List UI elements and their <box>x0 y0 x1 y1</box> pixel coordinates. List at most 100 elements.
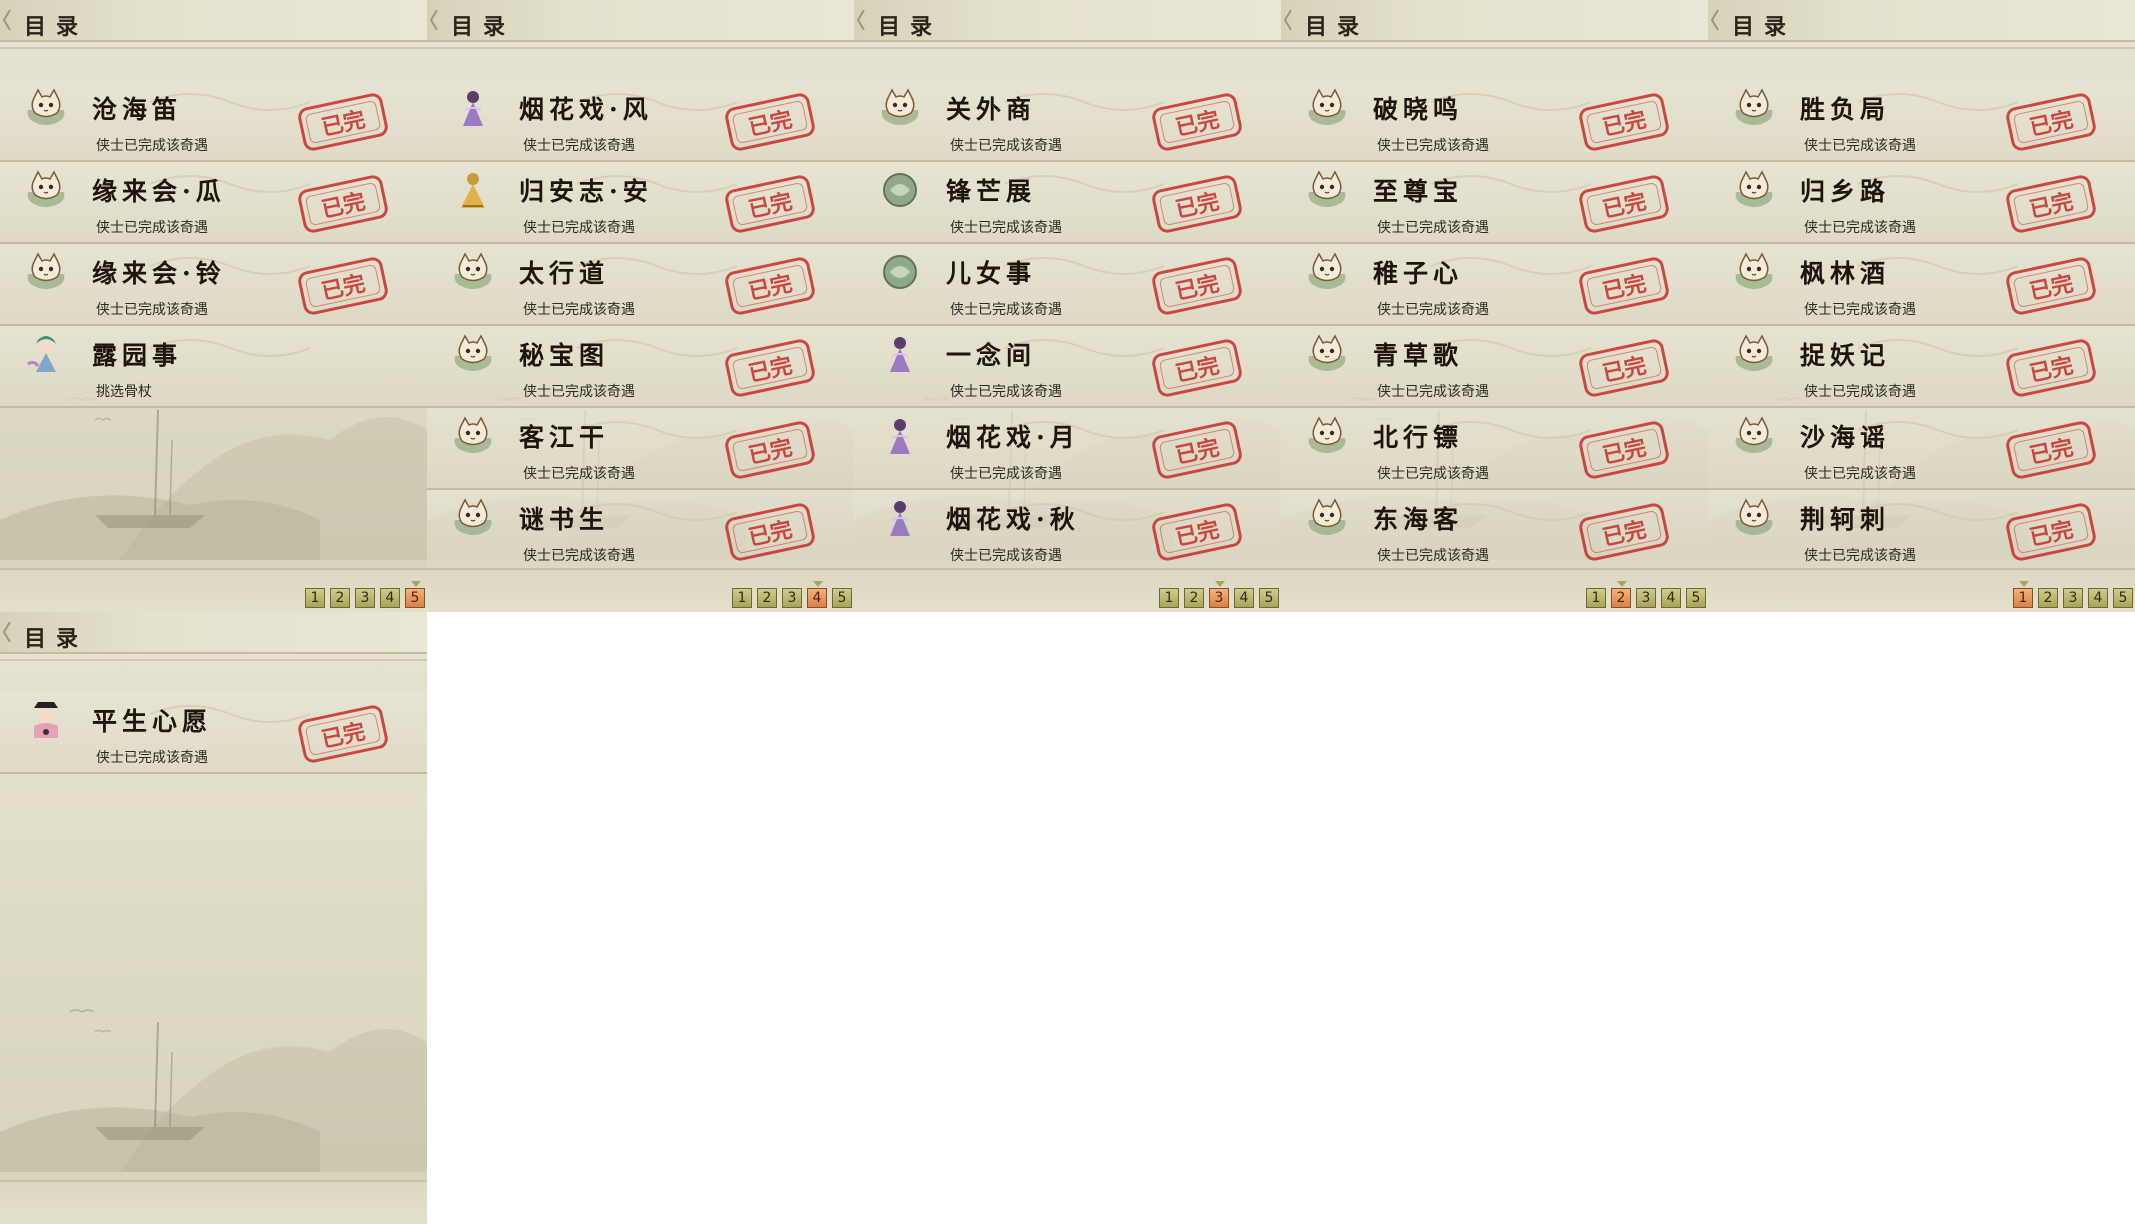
adventure-list-item[interactable]: 谜书生 侠士已完成该奇遇 已完 <box>427 490 854 572</box>
page-button-5[interactable]: 5 <box>1259 588 1279 608</box>
cat-avatar-icon <box>24 252 68 292</box>
catalog-panel-1: 目录 沧海笛 侠士已完成该奇遇 已完 缘来会·瓜 侠士已完成该奇遇 已完 缘来会·铃 侠士已完… <box>0 0 427 612</box>
page-button-5[interactable]: 5 <box>832 588 852 608</box>
adventure-list-item[interactable]: 秘宝图 侠士已完成该奇遇 已完 <box>427 326 854 408</box>
adventure-list-item[interactable]: 关外商 侠士已完成该奇遇 已完 <box>854 80 1281 162</box>
adventure-list-item[interactable]: 儿女事 侠士已完成该奇遇 已完 <box>854 244 1281 326</box>
completed-stamp: 已完 <box>2004 91 2098 153</box>
adventure-list-item[interactable]: 青草歌 侠士已完成该奇遇 已完 <box>1281 326 1708 408</box>
cat-avatar-icon <box>451 498 495 538</box>
page-button-1[interactable]: 1 <box>732 588 752 608</box>
adventure-list: 破晓鸣 侠士已完成该奇遇 已完 至尊宝 侠士已完成该奇遇 已完 稚子心 侠士已完成该奇遇 已完青… <box>1281 80 1708 572</box>
adventure-list-item[interactable]: 枫林酒 侠士已完成该奇遇 已完 <box>1708 244 2135 326</box>
completed-stamp: 已完 <box>296 91 390 153</box>
page-button-4[interactable]: 4 <box>1661 588 1681 608</box>
cat-avatar-icon <box>1732 416 1776 456</box>
panel-footer: 12345 <box>1281 568 1708 612</box>
completed-stamp: 已完 <box>2004 419 2098 481</box>
adventure-status: 侠士已完成该奇遇 <box>1377 466 1489 482</box>
adventure-list: 沧海笛 侠士已完成该奇遇 已完 缘来会·瓜 侠士已完成该奇遇 已完 缘来会·铃 侠士已完成该奇… <box>0 80 427 408</box>
adventure-list-item[interactable]: 归乡路 侠士已完成该奇遇 已完 <box>1708 162 2135 244</box>
adventure-list-item[interactable]: 沧海笛 侠士已完成该奇遇 已完 <box>0 80 427 162</box>
cat-avatar-icon <box>1732 334 1776 374</box>
adventure-status: 侠士已完成该奇遇 <box>950 466 1062 482</box>
adventure-list-item[interactable]: 客江干 侠士已完成该奇遇 已完 <box>427 408 854 490</box>
page-button-3[interactable]: 3 <box>355 588 375 608</box>
adventure-list-item[interactable]: 锋芒展 侠士已完成该奇遇 已完 <box>854 162 1281 244</box>
completed-stamp: 已完 <box>723 501 817 563</box>
adventure-title: 缘来会·铃 <box>92 259 226 288</box>
cat-avatar-icon <box>1732 498 1776 538</box>
completed-stamp: 已完 <box>1150 337 1244 399</box>
panel-footer: 12345 <box>427 568 854 612</box>
page-button-3[interactable]: 3 <box>782 588 802 608</box>
page-button-2[interactable]: 2 <box>1184 588 1204 608</box>
page-button-4[interactable]: 4 <box>1234 588 1254 608</box>
completed-stamp: 已完 <box>723 173 817 235</box>
adventure-list-item[interactable]: 捉妖记 侠士已完成该奇遇 已完 <box>1708 326 2135 408</box>
adventure-list-item[interactable]: 东海客 侠士已完成该奇遇 已完 <box>1281 490 1708 572</box>
completed-stamp: 已完 <box>1150 501 1244 563</box>
adventure-list-item[interactable]: 缘来会·铃 侠士已完成该奇遇 已完 <box>0 244 427 326</box>
adventure-list-item[interactable]: 缘来会·瓜 侠士已完成该奇遇 已完 <box>0 162 427 244</box>
page-button-1[interactable]: 1 <box>2013 581 2033 608</box>
adventure-list-item[interactable]: 露园事 挑选骨杖 <box>0 326 427 408</box>
completed-stamp: 已完 <box>2004 337 2098 399</box>
adventure-status: 侠士已完成该奇遇 <box>523 466 635 482</box>
adventure-title: 归安志·安 <box>519 177 653 206</box>
page-button-2[interactable]: 2 <box>1611 581 1631 608</box>
adventure-list-item[interactable]: 稚子心 侠士已完成该奇遇 已完 <box>1281 244 1708 326</box>
adventure-status: 侠士已完成该奇遇 <box>1377 138 1489 154</box>
completed-stamp: 已完 <box>723 419 817 481</box>
adventure-list-item[interactable]: 荆轲刺 侠士已完成该奇遇 已完 <box>1708 490 2135 572</box>
page-button-3[interactable]: 3 <box>1209 581 1229 608</box>
catalog-panel-3: 目录 关外商 侠士已完成该奇遇 已完 锋芒展 侠士已完成该奇遇 已完 儿女事 侠士已完成该奇遇… <box>854 0 1281 612</box>
page-button-1[interactable]: 1 <box>1586 588 1606 608</box>
adventure-title: 秘宝图 <box>519 341 610 370</box>
jade-orb-avatar-icon <box>878 170 922 210</box>
adventure-list-item[interactable]: 一念间 侠士已完成该奇遇 已完 <box>854 326 1281 408</box>
header-ornament-icon <box>856 10 865 30</box>
adventure-status: 侠士已完成该奇遇 <box>950 384 1062 400</box>
adventure-list-item[interactable]: 太行道 侠士已完成该奇遇 已完 <box>427 244 854 326</box>
cat-avatar-icon <box>1305 170 1349 210</box>
panel-header: 目录 <box>1708 0 2135 42</box>
page-button-2[interactable]: 2 <box>757 588 777 608</box>
adventure-list-item[interactable]: 北行镖 侠士已完成该奇遇 已完 <box>1281 408 1708 490</box>
adventure-list-item[interactable]: 至尊宝 侠士已完成该奇遇 已完 <box>1281 162 1708 244</box>
adventure-status: 侠士已完成该奇遇 <box>96 220 208 236</box>
page-button-4[interactable]: 4 <box>2088 588 2108 608</box>
adventure-title: 稚子心 <box>1373 259 1464 288</box>
adventure-status: 挑选骨杖 <box>96 384 152 400</box>
page-button-5[interactable]: 5 <box>1686 588 1706 608</box>
header-divider <box>0 47 427 49</box>
adventure-list-item[interactable]: 沙海谣 侠士已完成该奇遇 已完 <box>1708 408 2135 490</box>
page-button-3[interactable]: 3 <box>1636 588 1656 608</box>
page-button-5[interactable]: 5 <box>405 581 425 608</box>
panel-title: 目录 <box>24 14 89 40</box>
purple-lady-avatar-icon <box>451 88 495 128</box>
page-button-3[interactable]: 3 <box>2063 588 2083 608</box>
page-button-4[interactable]: 4 <box>807 581 827 608</box>
page-button-5[interactable]: 5 <box>2113 588 2133 608</box>
page-button-1[interactable]: 1 <box>305 588 325 608</box>
cat-avatar-icon <box>1305 498 1349 538</box>
page-button-1[interactable]: 1 <box>1159 588 1179 608</box>
page-button-4[interactable]: 4 <box>380 588 400 608</box>
adventure-list-item[interactable]: 烟花戏·风 侠士已完成该奇遇 已完 <box>427 80 854 162</box>
adventure-list-item[interactable]: 归安志·安 侠士已完成该奇遇 已完 <box>427 162 854 244</box>
adventure-list-item[interactable]: 胜负局 侠士已完成该奇遇 已完 <box>1708 80 2135 162</box>
adventure-status: 侠士已完成该奇遇 <box>950 220 1062 236</box>
catalog-panel-4: 目录 破晓鸣 侠士已完成该奇遇 已完 至尊宝 侠士已完成该奇遇 已完 稚子心 侠士已完成该奇遇… <box>1281 0 1708 612</box>
adventure-title: 平生心愿 <box>92 707 213 736</box>
adventure-title: 枫林酒 <box>1800 259 1891 288</box>
page-button-2[interactable]: 2 <box>2038 588 2058 608</box>
adventure-list-item[interactable]: 烟花戏·秋 侠士已完成该奇遇 已完 <box>854 490 1281 572</box>
completed-stamp: 已完 <box>723 337 817 399</box>
adventure-list-item[interactable]: 烟花戏·月 侠士已完成该奇遇 已完 <box>854 408 1281 490</box>
completed-stamp: 已完 <box>1150 255 1244 317</box>
adventure-status: 侠士已完成该奇遇 <box>96 302 208 318</box>
adventure-list-item[interactable]: 破晓鸣 侠士已完成该奇遇 已完 <box>1281 80 1708 162</box>
page-button-2[interactable]: 2 <box>330 588 350 608</box>
adventure-list-item[interactable]: 平生心愿 侠士已完成该奇遇 已完 <box>0 692 427 774</box>
